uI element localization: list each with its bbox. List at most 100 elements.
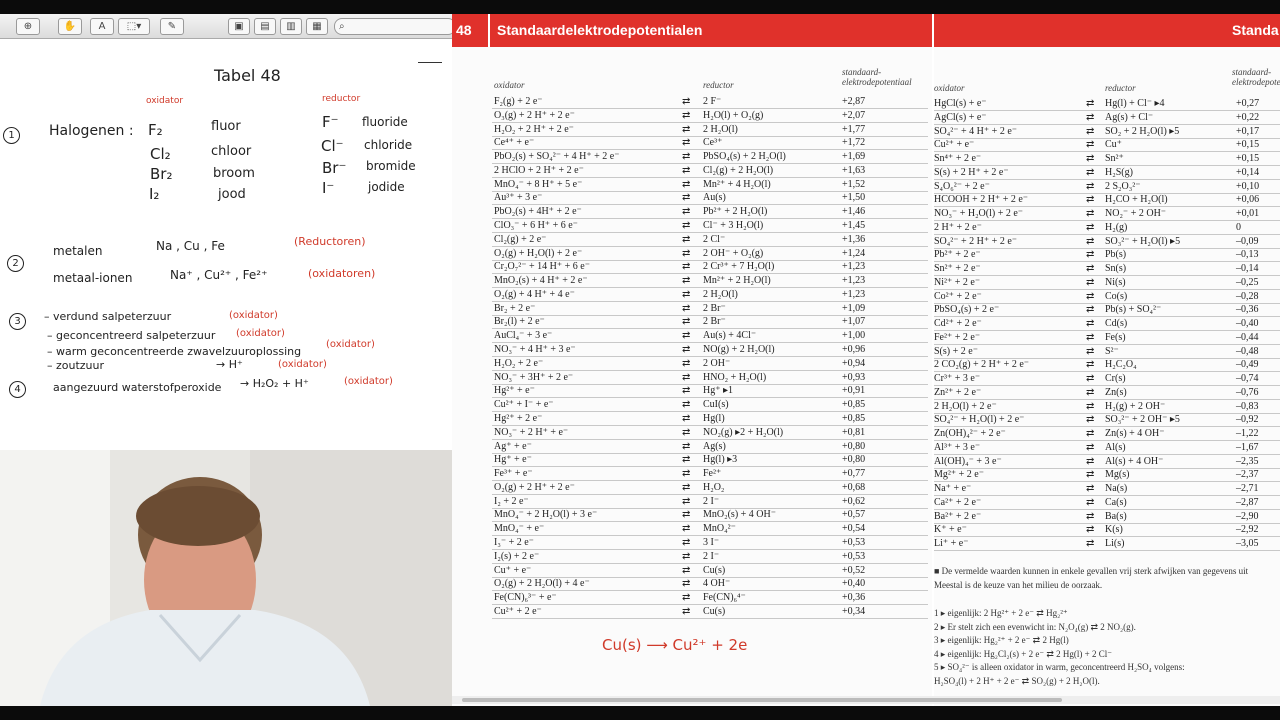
equilibrium-arrow: ⇄ [682,454,691,466]
broom-text: broom [213,166,255,181]
reductor-cell: Au(s) + 4Cl⁻ [703,330,757,342]
potential-cell: +1,52 [842,178,866,190]
footnote-5: 5 ▸ SO₄²⁻ is alleen oxidator in warm, ge… [934,662,1185,672]
equilibrium-arrow: ⇄ [1086,524,1095,536]
pen-mark [418,62,442,63]
search-icon[interactable]: ⌕ [334,18,456,35]
handwritten-notes: Tabel 48 oxidator reductor 1 Halogenen :… [0,39,452,450]
oxidator-cell: S(s) + 2 H⁺ + 2 e⁻ [934,166,1009,178]
hand-icon[interactable]: ✋ [58,18,82,35]
pen-icon[interactable]: ✎ [160,18,184,35]
i2-text: I₂ [149,185,160,203]
oxidator-cell: I₂(s) + 2 e⁻ [494,550,540,562]
equilibrium-arrow: ⇄ [1086,276,1095,288]
cl2-text: Cl₂ [150,145,171,163]
handwritten-annotation: Cu(s) ⟶ Cu²⁺ + 2e [602,636,748,654]
equilibrium-arrow: ⇄ [1086,221,1095,233]
oxidator-cell: Zn²⁺ + 2 e⁻ [934,386,982,398]
left-col-oxidator: oxidator [494,80,525,90]
oxidator-cell: Ag⁺ + e⁻ [494,440,532,452]
equilibrium-arrow: ⇄ [682,440,691,452]
metalen-list: Na , Cu , Fe [156,239,225,253]
view-single-icon[interactable]: ▣ [228,18,250,35]
reductor-cell: Li(s) [1105,538,1125,549]
reductor-cell: H₂S(g) [1105,166,1133,178]
reductor-cell: SO₃²⁻ + H₂O(l) ▸5 [1105,235,1181,247]
reductor-cell: Cl₂(g) + 2 H₂O(l) [703,164,774,176]
view-list-icon[interactable]: ▦ [306,18,328,35]
potential-cell: +1,72 [842,137,866,149]
equilibrium-arrow: ⇄ [682,233,691,245]
equilibrium-arrow: ⇄ [682,605,691,617]
potential-cell: –0,40 [1236,318,1259,329]
top-black-bar [0,0,1280,14]
potential-cell: +0,22 [1236,111,1260,123]
equilibrium-arrow: ⇄ [682,468,691,480]
zoom-icon[interactable]: ⊕ [16,18,40,35]
potential-cell: +0,36 [842,592,866,604]
view-grid-icon[interactable]: ▥ [280,18,302,35]
waterstofperoxide: aangezuurd waterstofperoxide [53,381,222,394]
potential-cell: +0,52 [842,564,866,576]
reductor-cell: H₂(g) + 2 OH⁻ [1105,400,1166,412]
scrollbar-thumb[interactable] [462,698,1062,702]
reductor-cell: Au(s) [703,192,726,204]
reductor-cell: Ba(s) [1105,510,1127,522]
oxidator-cell: Ni²⁺ + 2 e⁻ [934,276,981,288]
reductor-heading: reductor [322,94,361,104]
potential-cell: –0,48 [1236,345,1259,357]
equilibrium-arrow: ⇄ [1086,510,1095,522]
oxidator-cell: HgCl(s) + e⁻ [934,98,987,109]
reductor-cell: Zn(s) + 4 OH⁻ [1105,428,1165,439]
potential-cell: –1,67 [1236,441,1259,453]
equilibrium-arrow: ⇄ [682,220,691,232]
potential-cell: +0,80 [842,440,866,452]
reductor-cell: Cd(s) [1105,318,1128,329]
reductor-cell: Cu⁺ [1105,139,1122,151]
potential-cell: –0,14 [1236,263,1259,274]
reductor-cell: Zn(s) [1105,386,1127,398]
oxidator-cell: NO₃⁻ + 3H⁺ + 2 e⁻ [494,371,574,383]
oxidator-cell: 2 H⁺ + 2 e⁻ [934,221,982,233]
oxidator-cell: Na⁺ + e⁻ [934,483,972,494]
reductor-cell: CuI(s) [703,399,729,411]
equilibrium-arrow: ⇄ [1086,496,1095,508]
equilibrium-arrow: ⇄ [682,509,691,521]
equilibrium-arrow: ⇄ [682,261,691,273]
potential-cell: +0,34 [842,605,866,617]
select-icon[interactable]: ⬚▾ [118,18,150,35]
equilibrium-arrow: ⇄ [1086,386,1095,398]
potential-cell: +1,77 [842,123,866,135]
oxidator-note-b: (oxidator) [236,328,285,339]
reductor-cell: Ag(s) + Cl⁻ [1105,111,1154,123]
equilibrium-arrow: ⇄ [1086,414,1095,426]
equilibrium-arrow: ⇄ [682,288,691,300]
textbook-page: 48 Standaardelektrodepotentialen Standa … [452,14,1280,706]
view-double-icon[interactable]: ▤ [254,18,276,35]
potential-cell: +0,85 [842,399,866,411]
equilibrium-arrow: ⇄ [1086,235,1095,247]
oxidator-note-c: (oxidator) [326,339,375,350]
potential-cell: +1,50 [842,192,866,204]
oxidator-cell: NO₃⁻ + 2 H⁺ + e⁻ [494,426,569,438]
potential-cell: +0,93 [842,371,866,383]
equilibrium-arrow: ⇄ [1086,538,1095,549]
right-col-oxidator: oxidator [934,83,965,93]
text-icon[interactable]: A [90,18,114,35]
reductor-cell: Al(s) [1105,441,1126,453]
potential-cell: +1,00 [842,330,866,342]
oxidator-cell: MnO₂(s) + 4 H⁺ + 2 e⁻ [494,275,588,287]
oxidator-cell: Co²⁺ + 2 e⁻ [934,290,982,302]
fluor-text: fluor [211,119,241,134]
horizontal-scrollbar[interactable] [452,696,1280,704]
oxidator-cell: PbO₂(s) + SO₄²⁻ + 4 H⁺ + 2 e⁻ [494,151,620,163]
equilibrium-arrow: ⇄ [682,316,691,328]
reductor-cell: Mg(s) [1105,469,1130,481]
reductor-cell: 3 I⁻ [703,536,720,548]
equilibrium-arrow: ⇄ [1086,125,1095,137]
equilibrium-arrow: ⇄ [1086,153,1095,164]
footnote-1: 1 ▸ eigenlijk: 2 Hg²⁺ + 2 e⁻ ⇄ Hg₂²⁺ [934,608,1068,618]
potential-cell: +0,40 [842,578,866,590]
oxidator-cell: SO₄²⁻ + 4 H⁺ + 2 e⁻ [934,125,1018,137]
reductor-cell: MnO₄²⁻ [703,523,736,535]
